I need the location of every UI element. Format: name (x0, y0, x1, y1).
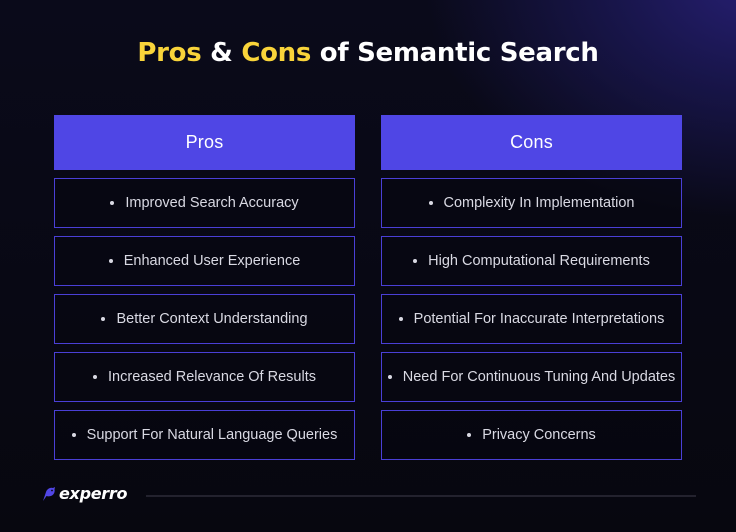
pros-item: Support For Natural Language Queries (54, 410, 355, 460)
bullet-icon (428, 201, 433, 205)
bullet-icon (110, 201, 115, 205)
cons-item: High Computational Requirements (381, 236, 682, 286)
pros-column: Pros Improved Search Accuracy Enhanced U… (54, 115, 355, 468)
pros-item: Increased Relevance Of Results (54, 352, 355, 402)
bird-icon (43, 486, 55, 501)
bullet-icon (467, 433, 472, 437)
pros-item: Enhanced User Experience (54, 236, 355, 286)
title-ampersand: & (201, 38, 242, 68)
bullet-icon (413, 259, 418, 263)
pros-item-text: Enhanced User Experience (123, 253, 301, 269)
cons-item: Privacy Concerns (381, 410, 682, 460)
pros-item-text: Support For Natural Language Queries (86, 427, 338, 443)
title-pros: Pros (137, 38, 202, 68)
title-rest: of Semantic Search (311, 38, 599, 68)
pros-item-text: Increased Relevance Of Results (108, 369, 316, 385)
pros-item-text: Improved Search Accuracy (125, 195, 299, 211)
pros-item: Improved Search Accuracy (54, 178, 355, 228)
title-cons: Cons (241, 38, 312, 68)
bullet-icon (93, 375, 98, 379)
cons-item-text: Complexity In Implementation (443, 195, 635, 211)
cons-list: Complexity In Implementation High Comput… (381, 178, 682, 460)
page-title: Pros & Cons of Semantic Search (0, 38, 736, 68)
pros-header: Pros (54, 115, 355, 170)
cons-item: Complexity In Implementation (381, 178, 682, 228)
cons-column: Cons Complexity In Implementation High C… (381, 115, 682, 468)
cons-item: Need For Continuous Tuning And Updates (381, 352, 682, 402)
bullet-icon (398, 317, 403, 321)
footer-divider (146, 495, 696, 497)
bullet-icon (387, 375, 392, 379)
cons-item-text: Potential For Inaccurate Interpretations (413, 311, 665, 327)
pros-item-text: Better Context Understanding (116, 311, 308, 327)
bullet-icon (101, 317, 106, 321)
brand-name: experro (59, 484, 128, 503)
cons-item-text: Need For Continuous Tuning And Updates (402, 369, 676, 385)
brand-logo: experro (42, 484, 127, 503)
cons-item-text: High Computational Requirements (428, 253, 650, 269)
pros-list: Improved Search Accuracy Enhanced User E… (54, 178, 355, 460)
cons-header: Cons (381, 115, 682, 170)
cons-item-text: Privacy Concerns (482, 427, 596, 443)
cons-item: Potential For Inaccurate Interpretations (381, 294, 682, 344)
bullet-icon (108, 259, 113, 263)
bullet-icon (71, 433, 76, 437)
pros-item: Better Context Understanding (54, 294, 355, 344)
